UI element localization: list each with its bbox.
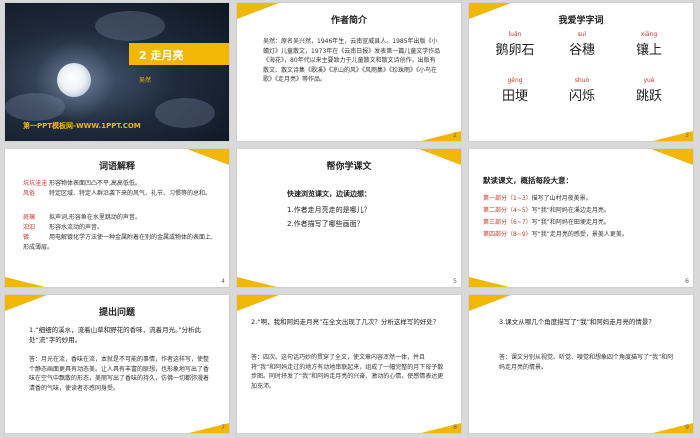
page-number: 7 — [221, 424, 225, 431]
part-label: 第四部分（8~9） — [483, 231, 532, 238]
author-label: 吴然 — [139, 77, 152, 84]
definition: 特定区域、特定人群沿袭下来的风气、礼节、习惯等的总和。 — [49, 190, 212, 197]
pinyin: luǎn — [508, 31, 522, 38]
answer-text: 答：月光在流，香味在流，本就是不可能的事情，作者这样写，使整个静态画面更具有动态… — [29, 356, 210, 392]
slide-thumbnail-6[interactable]: 默读课文，概括每段大意： 第一部分（1~3）描写了山村月夜美景。 第二部分（4~… — [468, 148, 694, 288]
slide-title: 作者简介 — [330, 16, 367, 26]
summary-part: 第四部分（8~9）写“我”走月亮的感受，景美人更美。 — [483, 229, 628, 238]
part-label: 第三部分（6~7） — [483, 219, 532, 226]
word: 谷穗 — [568, 43, 595, 58]
summary-part: 第三部分（6~7）写“我”和阿妈在田埂走月亮。 — [483, 217, 610, 226]
slide-title: 词语解释 — [98, 162, 135, 172]
vocab-word: luǎn 鹅卵石 — [485, 31, 545, 58]
corner-decoration — [237, 295, 279, 311]
cloud — [5, 93, 65, 121]
part-text: 写“我”和阿妈在田埂走月亮。 — [531, 219, 610, 226]
slide-thumbnail-4[interactable]: 词语解释 坑坑洼洼 形容物体表面凹凸不平,高高低低。 风俗 特定区域、特定人群沿袭下… — [4, 148, 230, 288]
slide-thumbnail-9[interactable]: 3.课文从哪几个角度描写了“我”和阿妈走月亮的情景？ 答：课文分别从视觉、听觉、… — [468, 294, 694, 434]
question-2: 2.作者描写了哪些画面？ — [287, 220, 364, 228]
vocab-word: gěng 田埂 — [485, 77, 545, 104]
page-number: 8 — [453, 424, 457, 431]
slide-thumbnail-8[interactable]: 2.“啊，我和阿妈走月亮”在全文出现了几次？分析这样写的好处？ 答：四次。这句话… — [236, 294, 462, 434]
cloud — [155, 98, 215, 128]
corner-decoration — [651, 149, 693, 165]
part-text: 描写了山村月夜美景。 — [531, 195, 592, 202]
pinyin: xiāng — [640, 31, 658, 38]
title-banner: 2 走月亮 — [129, 43, 229, 65]
slide-title: 2 走月亮 — [139, 49, 184, 62]
term: 风俗 — [23, 190, 36, 197]
slide-title: 帮你学课文 — [326, 162, 372, 172]
cloud — [95, 11, 165, 41]
question-text: 1.“细细的溪水，流着山草和野花的香味，流着月光。”分析此处“流”字的妙用。 — [29, 326, 202, 344]
vocab-word: suì 谷穗 — [552, 31, 612, 58]
vocab-word: yuè 跳跃 — [619, 77, 679, 104]
term: 汩汩 — [23, 224, 36, 231]
corner-decoration — [469, 295, 511, 311]
page-number: 4 — [221, 278, 225, 285]
vocab-word: xiāng 镶上 — [619, 31, 679, 58]
definition: 形容水流动的声音。 — [49, 224, 104, 231]
page-number: 6 — [685, 278, 689, 285]
word: 鹅卵石 — [495, 43, 535, 58]
slide-thumbnail-5[interactable]: 帮你学课文 快速浏览课文，边读边想： 1.作者走月亮走的是哪儿？ 2.作者描写了… — [236, 148, 462, 288]
slide-thumbnail-7[interactable]: 提出问题 1.“细细的溪水，流着山草和野花的香味，流着月光。”分析此处“流”字的… — [4, 294, 230, 434]
page-number: 3 — [685, 132, 689, 139]
term-row: 斑斓 拟声词,形容鱼在水里跳动的声音。 — [23, 213, 218, 223]
answer-text: 答：课文分别从视觉、听觉、嗅觉和想象四个角度描写了“我”和阿妈走月亮的情景。 — [499, 354, 674, 371]
slide-title: 我爱学字词 — [558, 16, 604, 26]
summary-part: 第二部分（4~5）写“我”和阿妈在溪边走月亮。 — [483, 205, 610, 214]
word: 田埂 — [501, 89, 528, 104]
slide-thumbnail-2[interactable]: 作者简介 吴然：原名吴兴然，1946年生，云南宣威县人。1985年出版《小蜻灯》… — [236, 2, 462, 142]
part-label: 第一部分（1~3） — [483, 195, 532, 202]
definition: 用电解镀化学方法使一种金属附着在别的金属或物体的表面上,形成薄层。 — [23, 234, 213, 251]
definition: 形容物体表面凹凸不平,高高低低。 — [49, 180, 141, 187]
term-row: 坑坑洼洼 形容物体表面凹凸不平,高高低低。 — [23, 179, 218, 189]
word: 闪烁 — [568, 89, 595, 104]
question-text: 2.“啊，我和阿妈走月亮”在全文出现了几次？分析这样写的好处？ — [251, 318, 440, 326]
moon-image — [57, 63, 91, 97]
author-intro-text: 吴然：原名吴兴然，1946年生，云南宣威县人。1985年出版《小蜻灯》儿童散文，… — [263, 38, 441, 83]
pinyin: yuè — [643, 77, 655, 84]
website-label: 第一PPT模板网-WWW.1PPT.COM — [23, 122, 141, 130]
corner-decoration — [469, 277, 509, 287]
slide-title: 提出问题 — [98, 308, 135, 318]
page-number: 5 — [453, 278, 457, 285]
pinyin: suì — [577, 31, 587, 38]
term-row: 风俗 特定区域、特定人群沿袭下来的风气、礼节、习惯等的总和。 — [23, 189, 218, 199]
part-text: 写“我”走月亮的感受，景美人更美。 — [531, 231, 628, 238]
reading-prompt: 快速浏览课文，边读边想： — [287, 190, 371, 198]
slide-thumbnail-1[interactable]: 2 走月亮 吴然 第一PPT模板网-WWW.1PPT.COM — [4, 2, 230, 142]
definition: 拟声词,形容鱼在水里跳动的声音。 — [49, 214, 141, 221]
corner-decoration — [237, 277, 277, 287]
slide-thumbnail-3[interactable]: 我爱学字词 luǎn 鹅卵石 suì 谷穗 xiāng 镶上 gěng 田埂 s… — [468, 2, 694, 142]
term-row: 汩汩 形容水流动的声音。 — [23, 223, 218, 233]
term: 坑坑洼洼 — [23, 180, 48, 187]
answer-text: 答：四次。这句话巧妙的贯穿了全文，使文章内容浑然一体，并且将“我”和阿妈走过的地… — [251, 354, 444, 390]
pinyin: gěng — [507, 77, 523, 84]
pinyin: shuò — [574, 77, 590, 84]
part-label: 第二部分（4~5） — [483, 207, 532, 214]
corner-decoration — [5, 277, 45, 287]
term: 镀 — [23, 234, 30, 241]
slide-title: 默读课文，概括每段大意： — [483, 176, 573, 185]
question-1: 1.作者走月亮走的是哪儿？ — [287, 206, 371, 214]
word: 镶上 — [635, 43, 662, 58]
page-number: 2 — [453, 132, 457, 139]
summary-part: 第一部分（1~3）描写了山村月夜美景。 — [483, 193, 592, 202]
question-text: 3.课文从哪几个角度描写了“我”和阿妈走月亮的情景？ — [499, 318, 655, 326]
part-text: 写“我”和阿妈在溪边走月亮。 — [531, 207, 610, 214]
vocab-word: shuò 闪烁 — [552, 77, 612, 104]
term: 斑斓 — [23, 214, 36, 221]
term-row: 镀用电解镀化学方法使一种金属附着在别的金属或物体的表面上,形成薄层。 — [23, 233, 218, 252]
word: 跳跃 — [635, 89, 662, 104]
page-number: 9 — [685, 424, 689, 431]
